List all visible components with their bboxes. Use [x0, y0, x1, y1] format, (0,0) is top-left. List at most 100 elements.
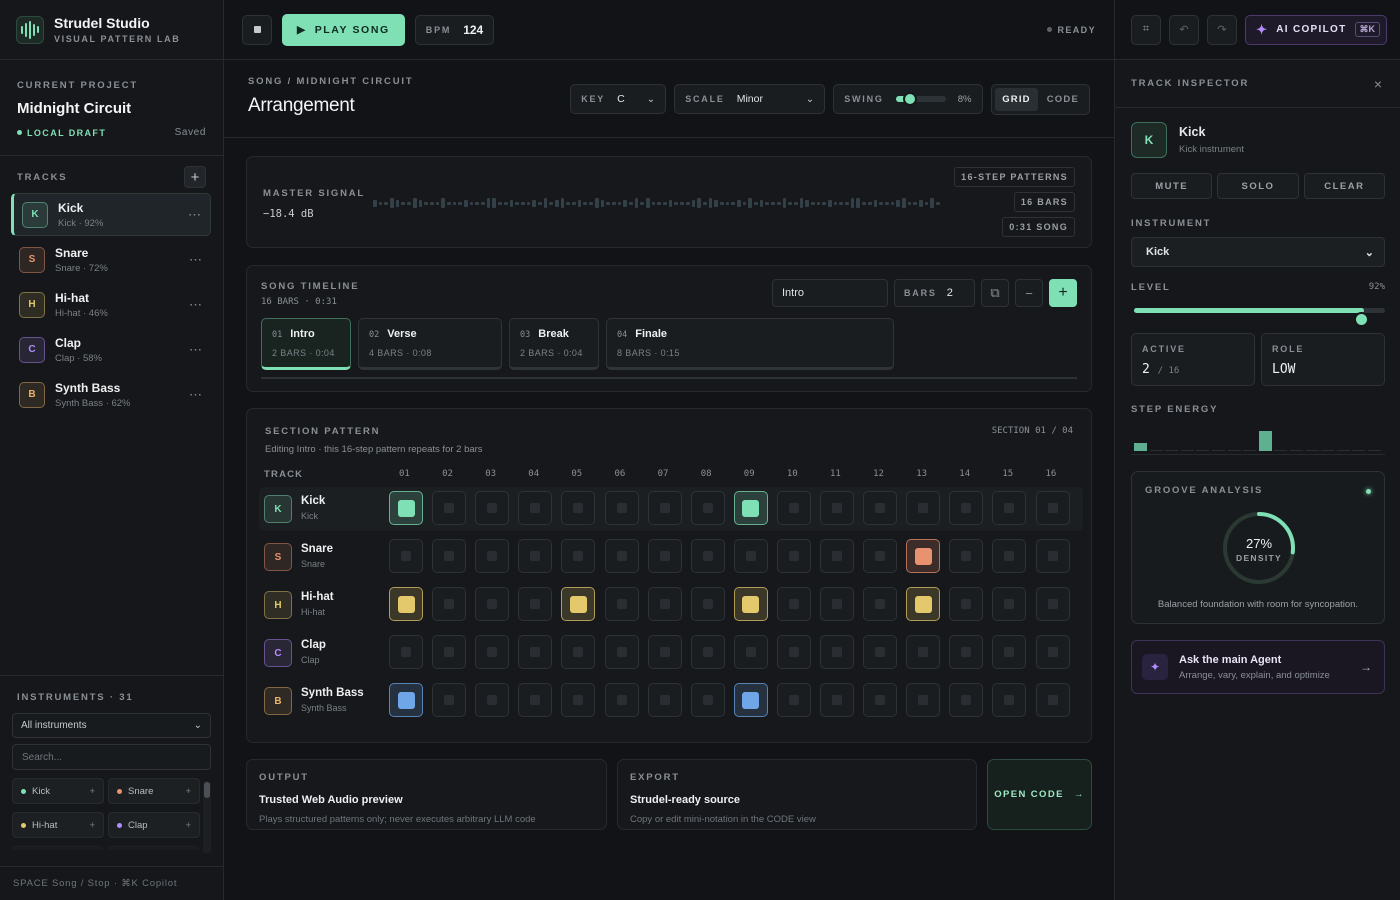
timeline-section[interactable]: 04 Finale 8 BARS · 0:15 [606, 318, 894, 370]
step-cell[interactable] [475, 635, 510, 669]
track-item[interactable]: B Synth Bass Synth Bass · 62% ⋯ [11, 373, 211, 416]
instrument-chip[interactable]: Snare + [108, 778, 200, 804]
swing-slider[interactable] [895, 92, 946, 106]
step-cell[interactable] [432, 635, 467, 669]
step-cell[interactable] [604, 491, 639, 525]
step-cell[interactable] [604, 635, 639, 669]
step-cell[interactable] [389, 587, 423, 621]
step-cell[interactable] [432, 539, 467, 573]
stop-button[interactable] [242, 14, 272, 45]
step-cell[interactable] [647, 587, 682, 621]
scale-select[interactable]: SCALE Minor ⌄ [674, 84, 826, 114]
track-item[interactable]: K Kick Kick · 92% ⋯ [11, 193, 211, 236]
step-cell[interactable] [561, 491, 596, 525]
step-cell[interactable] [518, 539, 553, 573]
step-cell[interactable] [604, 683, 639, 717]
track-item[interactable]: H Hi-hat Hi-hat · 46% ⋯ [11, 283, 211, 326]
step-cell[interactable] [690, 683, 725, 717]
step-cell[interactable] [1035, 635, 1070, 669]
more-icon[interactable]: ⋯ [189, 297, 203, 313]
step-cell[interactable] [992, 587, 1027, 621]
instrument-chip[interactable] [108, 846, 200, 850]
plus-icon[interactable]: + [185, 820, 191, 831]
step-cell[interactable] [820, 491, 854, 525]
step-cell[interactable] [733, 587, 768, 621]
swing-control[interactable]: SWING 8% [833, 84, 984, 114]
add-track-button[interactable]: + [184, 166, 206, 188]
step-cell[interactable] [776, 683, 811, 717]
step-cell[interactable] [518, 587, 553, 621]
instrument-chip[interactable]: Kick + [12, 778, 104, 804]
instrument-filter-select[interactable]: All instruments ⌄ [12, 713, 211, 738]
bpm-field[interactable]: BPM 124 [414, 14, 495, 45]
step-cell[interactable] [992, 539, 1027, 573]
instrument-chip[interactable]: Hi-hat + [12, 812, 104, 838]
step-cell[interactable] [992, 683, 1027, 717]
step-cell[interactable] [475, 587, 510, 621]
track-item[interactable]: C Clap Clap · 58% ⋯ [11, 328, 211, 371]
plus-icon[interactable]: + [185, 786, 191, 797]
step-cell[interactable] [863, 635, 898, 669]
step-cell[interactable] [1035, 683, 1070, 717]
step-cell[interactable] [647, 683, 682, 717]
step-cell[interactable] [949, 683, 984, 717]
timeline-section[interactable]: 03 Break 2 BARS · 0:04 [509, 318, 599, 370]
mute-button[interactable]: MUTE [1131, 173, 1213, 199]
plus-icon[interactable]: + [89, 786, 95, 797]
slider-handle[interactable] [902, 92, 917, 106]
step-cell[interactable] [432, 683, 467, 717]
more-icon[interactable]: ⋯ [189, 342, 203, 358]
step-cell[interactable] [389, 539, 423, 573]
step-cell[interactable] [1035, 587, 1070, 621]
step-cell[interactable] [863, 539, 898, 573]
plus-icon[interactable]: + [89, 820, 95, 831]
step-cell[interactable] [820, 683, 854, 717]
remove-section-button[interactable]: − [1015, 279, 1043, 307]
step-cell[interactable] [604, 587, 639, 621]
section-name-input[interactable]: Intro [772, 279, 888, 307]
undo-icon[interactable]: ↶ [1169, 14, 1199, 45]
level-slider[interactable] [1131, 299, 1385, 327]
step-cell[interactable] [647, 491, 682, 525]
step-cell[interactable] [949, 587, 984, 621]
step-cell[interactable] [992, 635, 1027, 669]
step-cell[interactable] [518, 683, 553, 717]
instrument-chip[interactable]: Clap + [108, 812, 200, 838]
step-cell[interactable] [389, 683, 423, 717]
step-cell[interactable] [690, 491, 725, 525]
close-icon[interactable]: × [1374, 76, 1382, 92]
scroll-thumb[interactable] [204, 782, 210, 798]
more-icon[interactable]: ⋯ [188, 207, 202, 223]
layout-icon[interactable]: ⌗ [1131, 14, 1161, 45]
step-cell[interactable] [906, 683, 941, 717]
step-cell[interactable] [776, 635, 811, 669]
step-cell[interactable] [906, 539, 941, 573]
ai-copilot-button[interactable]: ✦ AI COPILOT ⌘K [1245, 14, 1387, 45]
step-cell[interactable] [776, 491, 811, 525]
step-cell[interactable] [906, 635, 941, 669]
step-cell[interactable] [561, 587, 596, 621]
instrument-scrollbar[interactable] [203, 781, 211, 853]
step-cell[interactable] [1035, 539, 1070, 573]
step-cell[interactable] [906, 491, 941, 525]
solo-button[interactable]: SOLO [1217, 173, 1299, 199]
step-cell[interactable] [604, 539, 639, 573]
step-cell[interactable] [733, 539, 768, 573]
step-cell[interactable] [561, 539, 596, 573]
bpm-value[interactable]: 124 [463, 23, 483, 37]
step-cell[interactable] [432, 587, 467, 621]
step-cell[interactable] [776, 587, 811, 621]
ask-agent-button[interactable]: ✦ Ask the main Agent Arrange, vary, expl… [1131, 640, 1385, 694]
step-cell[interactable] [518, 491, 553, 525]
step-cell[interactable] [475, 491, 510, 525]
step-cell[interactable] [733, 683, 768, 717]
step-cell[interactable] [992, 491, 1027, 525]
step-cell[interactable] [820, 539, 854, 573]
add-section-button[interactable]: + [1049, 279, 1077, 307]
timeline-section[interactable]: 02 Verse 4 BARS · 0:08 [358, 318, 502, 370]
instrument-search-input[interactable]: Search... [12, 744, 211, 770]
step-cell[interactable] [647, 635, 682, 669]
step-cell[interactable] [647, 539, 682, 573]
step-cell[interactable] [863, 491, 898, 525]
timeline-section[interactable]: 01 Intro 2 BARS · 0:04 [261, 318, 351, 370]
